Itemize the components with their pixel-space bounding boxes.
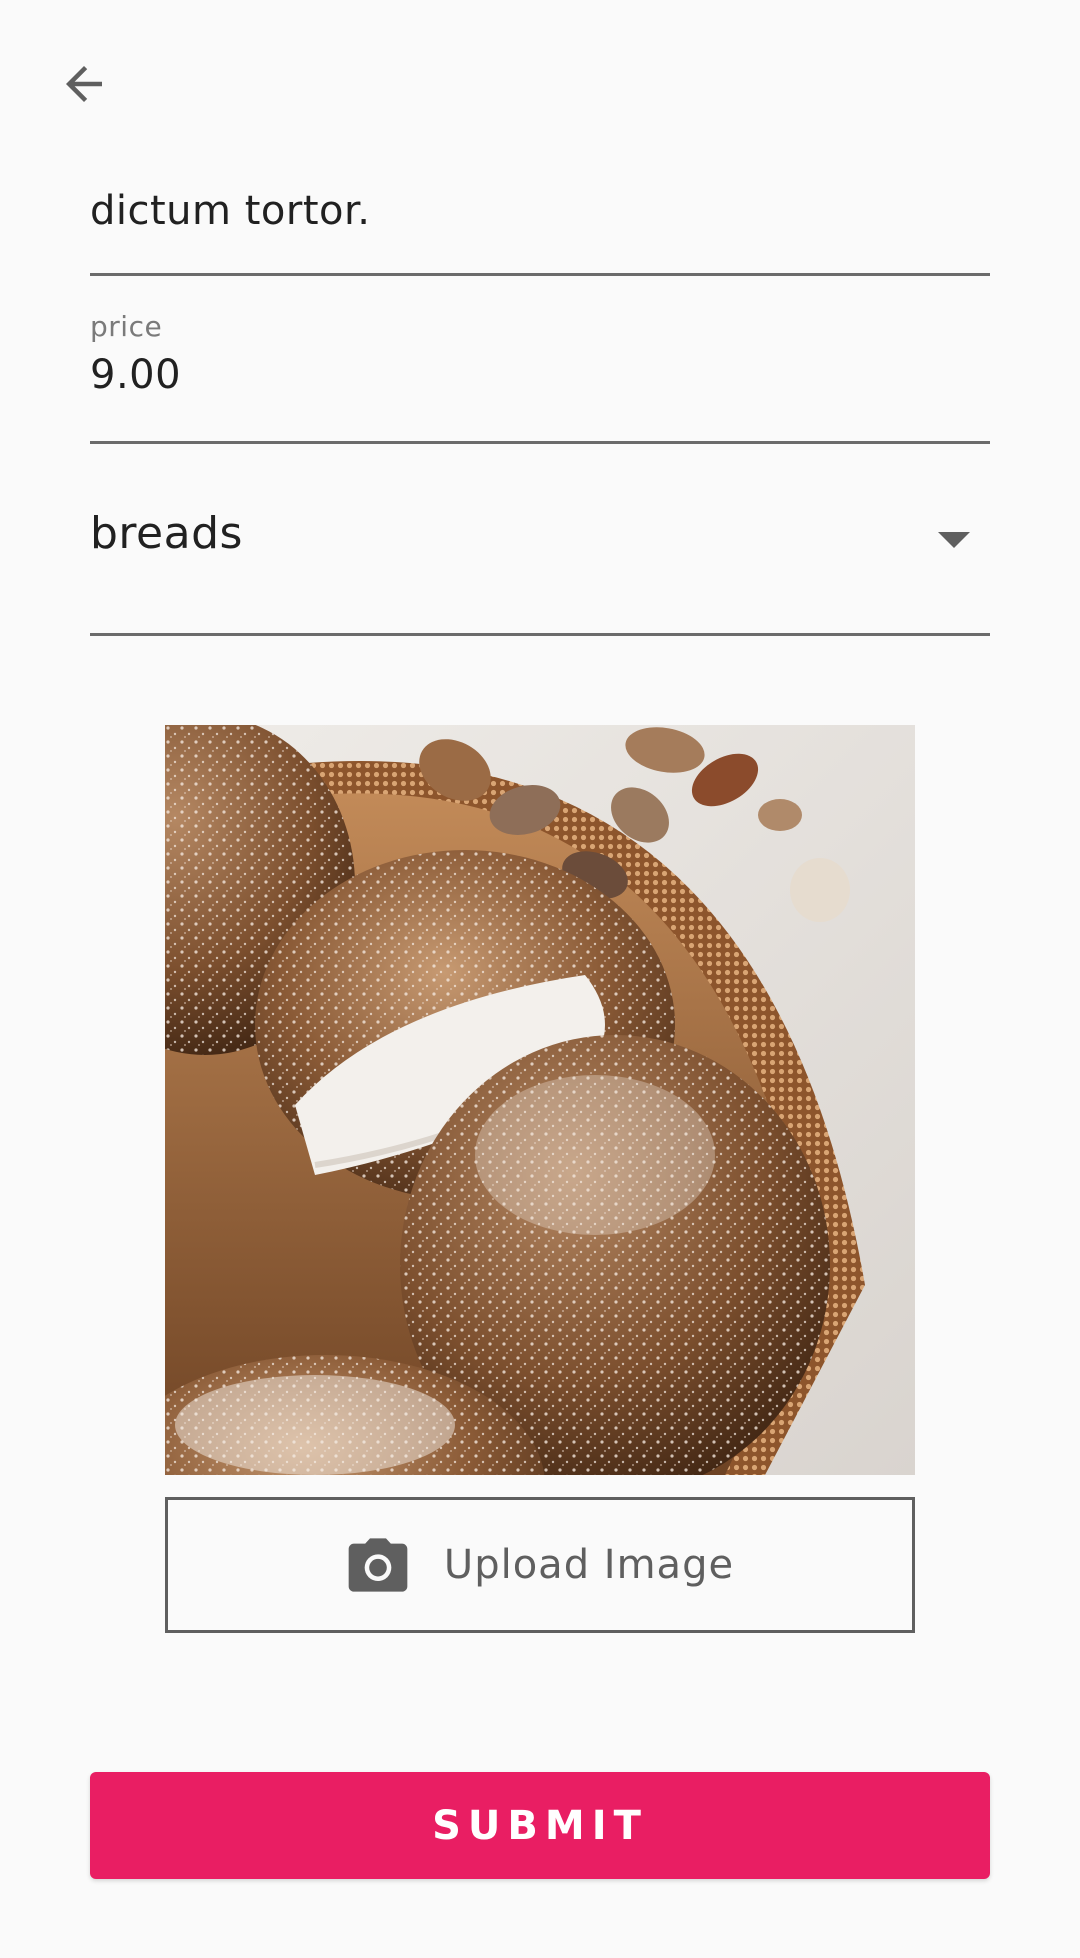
upload-image-button[interactable]: Upload Image [165, 1497, 915, 1633]
camera-icon [348, 1538, 408, 1592]
arrow-left-icon [66, 66, 102, 102]
price-field[interactable]: price 9.00 [90, 300, 990, 444]
price-input[interactable]: 9.00 [90, 352, 181, 398]
price-label: price [90, 310, 163, 343]
title-field[interactable]: dictum tortor. [90, 180, 990, 276]
category-dropdown[interactable]: breads [90, 470, 990, 636]
submit-label: SUBMIT [432, 1802, 648, 1849]
edit-product-screen: dictum tortor. price 9.00 breads Upload … [0, 0, 1080, 1958]
title-input[interactable]: dictum tortor. [90, 188, 370, 234]
product-image [165, 725, 915, 1475]
submit-button[interactable]: SUBMIT [90, 1772, 990, 1879]
category-selected-value: breads [90, 508, 243, 559]
cream-puff-photo [165, 725, 915, 1475]
dropdown-caret-icon [938, 532, 970, 548]
upload-image-label: Upload Image [443, 1542, 735, 1588]
back-button[interactable] [44, 44, 124, 124]
